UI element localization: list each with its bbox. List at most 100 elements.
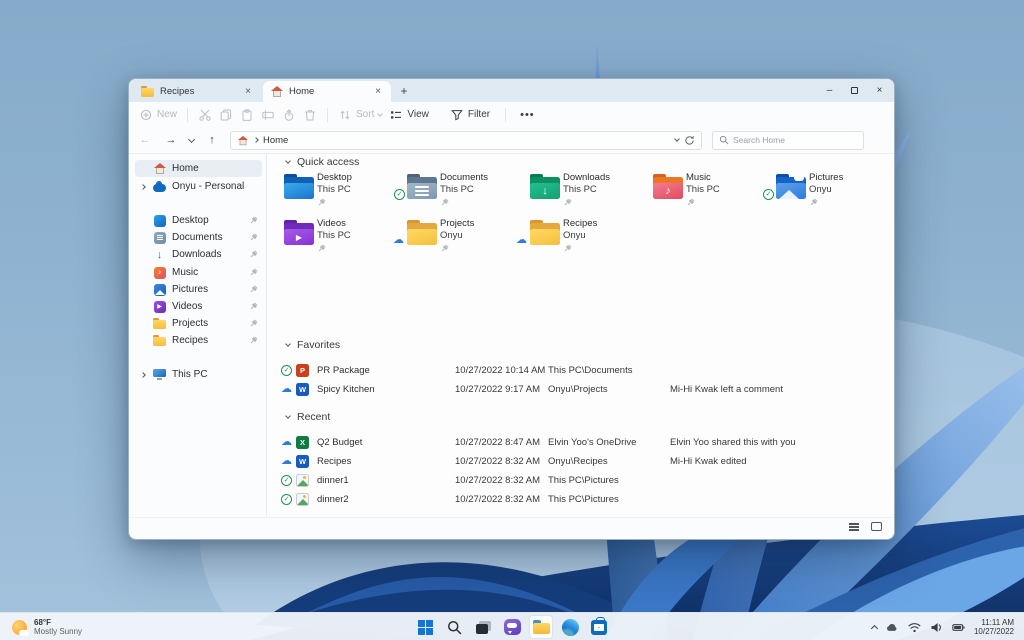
tile-location: Onyu xyxy=(563,230,586,241)
weather-widget[interactable]: 68°F Mostly Sunny xyxy=(0,613,94,640)
back-button[interactable]: ← xyxy=(137,134,153,146)
tab-label: Recipes xyxy=(160,86,195,97)
pictures-folder-icon xyxy=(776,174,806,199)
show-hidden-icons-chevron[interactable] xyxy=(870,624,878,633)
sidebar-item-music[interactable]: ♪ Music xyxy=(135,264,262,281)
tile-name: Desktop xyxy=(317,172,352,183)
expand-chevron-icon[interactable] xyxy=(140,183,146,190)
forward-button[interactable]: → xyxy=(163,134,179,146)
rename-icon[interactable] xyxy=(261,108,275,122)
filter-button[interactable]: Filter xyxy=(450,108,490,122)
chat-button[interactable] xyxy=(500,615,524,639)
quick-access-tile-recipes[interactable]: ☁ Recipes Onyu xyxy=(516,215,648,261)
onedrive-tray-icon[interactable] xyxy=(886,621,899,634)
sidebar-item-videos[interactable]: ▶ Videos xyxy=(135,298,262,315)
breadcrumb[interactable]: Home xyxy=(263,135,288,146)
file-activity: Elvin Yoo shared this with you xyxy=(670,437,796,448)
file-row-spicy-kitchen[interactable]: ☁ W Spicy Kitchen 10/27/2022 9:17 AM Ony… xyxy=(279,380,883,399)
paste-icon[interactable] xyxy=(240,108,254,122)
section-quick-access[interactable]: Quick access xyxy=(285,156,359,168)
sort-button[interactable]: Sort xyxy=(338,108,384,122)
home-icon xyxy=(153,162,166,175)
sidebar-item-onedrive[interactable]: Onyu - Personal xyxy=(135,178,262,195)
new-tab-button[interactable]: + xyxy=(395,83,413,100)
file-row-dinner1[interactable]: ✓ dinner1 10/27/2022 8:32 AM This PC\Pic… xyxy=(279,471,883,490)
section-favorites[interactable]: Favorites xyxy=(285,339,340,351)
wifi-icon[interactable] xyxy=(908,621,921,634)
file-explorer-button[interactable] xyxy=(529,615,553,639)
volume-icon[interactable] xyxy=(930,621,943,634)
battery-icon[interactable] xyxy=(952,621,965,634)
quick-access-tile-videos[interactable]: ▶ Videos This PC xyxy=(279,215,402,261)
recent-locations-chevron-icon[interactable] xyxy=(187,135,196,143)
edge-icon xyxy=(561,618,579,636)
sidebar-item-documents[interactable]: Documents xyxy=(135,229,262,246)
tile-location: This PC xyxy=(686,184,720,195)
section-recent[interactable]: Recent xyxy=(285,411,330,423)
sidebar-item-recipes[interactable]: Recipes xyxy=(135,332,262,349)
pin-icon xyxy=(440,244,449,253)
tile-location: This PC xyxy=(317,184,351,195)
tab-home[interactable]: Home × xyxy=(263,81,391,102)
address-bar[interactable]: Home xyxy=(230,130,702,150)
file-row-q2-budget[interactable]: ☁ X Q2 Budget 10/27/2022 8:47 AM Elvin Y… xyxy=(279,433,883,452)
more-options-button[interactable]: ••• xyxy=(520,109,535,121)
quick-access-tile-music[interactable]: ♪ Music This PC xyxy=(648,169,771,215)
pin-icon xyxy=(249,336,258,345)
start-button[interactable] xyxy=(413,615,437,639)
sidebar-item-home[interactable]: Home xyxy=(135,160,262,177)
desktop[interactable]: Recipes × Home × + – × New Sort View Fil… xyxy=(0,0,1024,640)
store-button[interactable] xyxy=(587,615,611,639)
word-file-icon: W xyxy=(296,383,309,396)
quick-access-tile-downloads[interactable]: ↓ Downloads This PC xyxy=(525,169,648,215)
close-tab-icon[interactable]: × xyxy=(243,86,253,97)
file-activity: Mi-Hi Kwak left a comment xyxy=(670,384,783,395)
new-icon xyxy=(139,108,153,122)
weather-temperature: 68°F xyxy=(34,617,51,627)
file-row-pr-package[interactable]: ✓ P PR Package 10/27/2022 10:14 AM This … xyxy=(279,361,883,380)
onedrive-icon xyxy=(153,180,166,193)
minimize-button[interactable]: – xyxy=(817,79,842,102)
file-row-recipes[interactable]: ☁ W Recipes 10/27/2022 8:32 AM Onyu\Reci… xyxy=(279,452,883,471)
quick-access-tile-projects[interactable]: ☁ Projects Onyu xyxy=(393,215,525,261)
downloads-folder-icon: ↓ xyxy=(530,174,560,199)
collapse-chevron-icon[interactable] xyxy=(285,341,291,347)
sidebar-item-desktop[interactable]: Desktop xyxy=(135,212,262,229)
quick-access-tile-pictures[interactable]: ✓ Pictures Onyu xyxy=(763,169,894,215)
quick-access-tile-documents[interactable]: ✓ Documents This PC xyxy=(394,169,525,215)
sidebar-item-this-pc[interactable]: This PC xyxy=(135,366,262,383)
tile-name: Documents xyxy=(440,172,489,183)
search-box[interactable] xyxy=(712,130,864,150)
details-view-icon[interactable] xyxy=(849,523,859,525)
file-row-dinner2[interactable]: ✓ dinner2 10/27/2022 8:32 AM This PC\Pic… xyxy=(279,490,883,509)
sidebar-item-projects[interactable]: Projects xyxy=(135,315,262,332)
tab-recipes[interactable]: Recipes × xyxy=(133,81,261,102)
cut-icon[interactable] xyxy=(198,108,212,122)
cloud-sync-icon: ☁ xyxy=(281,455,292,467)
window-titlebar[interactable]: Recipes × Home × + – × xyxy=(129,79,894,102)
collapse-chevron-icon[interactable] xyxy=(285,413,291,419)
address-dropdown-icon[interactable] xyxy=(674,136,680,142)
documents-folder-icon xyxy=(407,174,437,199)
share-icon[interactable] xyxy=(282,108,296,122)
sidebar-item-downloads[interactable]: ↓ Downloads xyxy=(135,246,262,263)
new-button[interactable]: New xyxy=(139,108,177,122)
refresh-icon[interactable] xyxy=(684,135,695,146)
large-icons-view-icon[interactable] xyxy=(871,522,882,531)
delete-icon[interactable] xyxy=(303,108,317,122)
expand-chevron-icon[interactable] xyxy=(140,371,146,378)
close-button[interactable]: × xyxy=(867,79,892,102)
up-button[interactable]: ↑ xyxy=(204,134,220,146)
copy-icon[interactable] xyxy=(219,108,233,122)
search-input[interactable] xyxy=(733,135,843,145)
taskbar-search-button[interactable] xyxy=(442,615,466,639)
quick-access-tile-desktop[interactable]: Desktop This PC xyxy=(279,169,402,215)
close-tab-icon[interactable]: × xyxy=(373,86,383,97)
collapse-chevron-icon[interactable] xyxy=(285,158,291,164)
edge-button[interactable] xyxy=(558,615,582,639)
view-button[interactable]: View xyxy=(389,108,429,122)
sidebar-item-pictures[interactable]: Pictures xyxy=(135,281,262,298)
clock[interactable]: 11:11 AM 10/27/2022 xyxy=(974,618,1014,637)
maximize-button[interactable] xyxy=(842,79,867,102)
task-view-button[interactable] xyxy=(471,615,495,639)
